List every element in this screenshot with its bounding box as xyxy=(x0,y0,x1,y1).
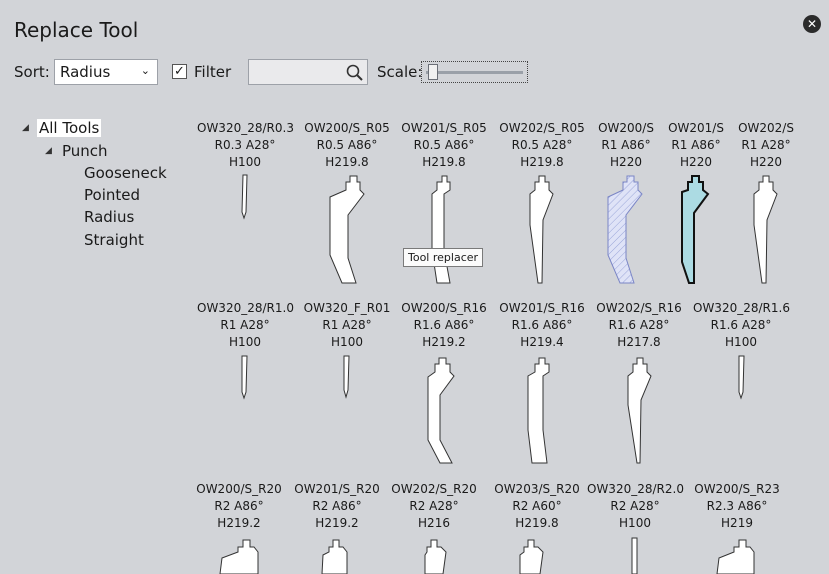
punch-profile-ow320-28-r1-6[interactable] xyxy=(738,355,745,400)
punch-profile-ow201-s-r20[interactable] xyxy=(321,539,348,574)
tooltip: Tool replacer xyxy=(403,248,484,267)
punch-profile-ow200-s[interactable] xyxy=(607,175,643,284)
punch-profile-ow320-28-r2-0[interactable] xyxy=(631,537,638,574)
punch-profile-ow201-s-r16[interactable] xyxy=(527,357,550,464)
punch-profile-ow203-s-r20[interactable] xyxy=(519,539,544,574)
tool-graphics xyxy=(219,174,778,574)
punch-profile-ow202-s[interactable] xyxy=(753,175,778,284)
punch-profile-ow202-s-r20[interactable] xyxy=(424,539,447,574)
punch-profile-ow202-s-r16[interactable] xyxy=(627,357,652,464)
punch-profile-ow201-s[interactable] xyxy=(681,175,710,284)
punch-profile-ow200-s-r05[interactable] xyxy=(329,175,365,284)
punch-profile-ow200-s-r16[interactable] xyxy=(427,357,455,464)
punch-profile-ow202-s-r05[interactable] xyxy=(529,175,554,284)
punch-profile-ow320-28-r1-0[interactable] xyxy=(241,355,248,400)
punch-profile-ow320-28-r0-3[interactable] xyxy=(241,174,248,220)
punch-profile-ow200-s-r20[interactable] xyxy=(219,539,259,574)
punch-profile-ow200-s-r23[interactable] xyxy=(716,539,755,574)
punch-profile-ow320-f-r01[interactable] xyxy=(343,355,350,399)
